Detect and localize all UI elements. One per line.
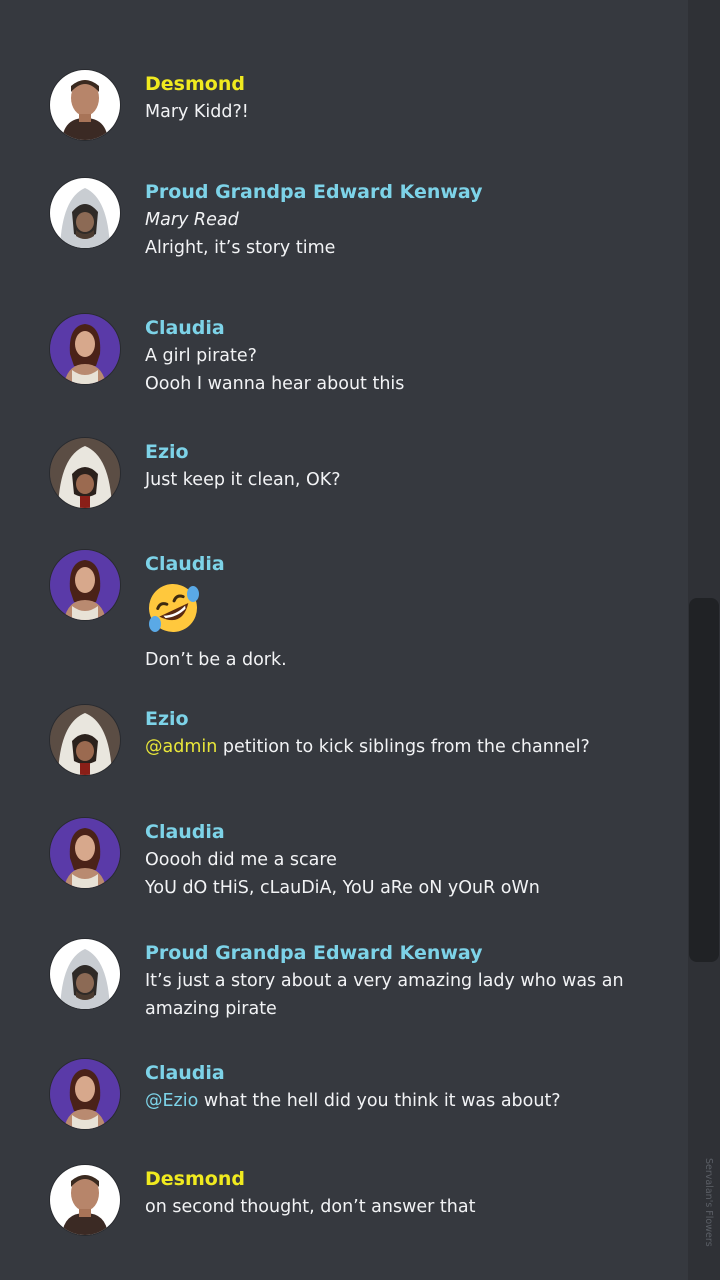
chat-message-list: Desmond Mary Kidd?! Proud Grandpa Edward… (0, 0, 688, 1280)
message-text: @admin petition to kick siblings from th… (145, 733, 668, 761)
message-author[interactable]: Claudia (145, 818, 668, 846)
message-text: @Ezio what the hell did you think it was… (145, 1087, 668, 1115)
message-author[interactable]: Claudia (145, 550, 668, 578)
message-author[interactable]: Claudia (145, 314, 668, 342)
message-text: Alright, it’s story time (145, 238, 336, 258)
avatar-ezio[interactable] (50, 438, 120, 508)
avatar-claudia[interactable] (50, 1059, 120, 1129)
message-author[interactable]: Ezio (145, 438, 668, 466)
message-author[interactable]: Ezio (145, 705, 668, 733)
user-mention[interactable]: @Ezio (145, 1091, 198, 1111)
avatar-claudia[interactable] (50, 818, 120, 888)
message-text: Just keep it clean, OK? (145, 470, 341, 490)
message-text: Ooooh did me a scare (145, 850, 337, 870)
message-text: Don’t be a dork. (145, 650, 287, 670)
message-author[interactable]: Desmond (145, 1165, 668, 1193)
user-mention[interactable]: @admin (145, 737, 217, 757)
rolling-on-floor-laughing-emoji (145, 580, 201, 636)
message-text: Mary Kidd?! (145, 102, 249, 122)
watermark-text: Servalan's Flowers (703, 1158, 714, 1247)
avatar-ezio[interactable] (50, 705, 120, 775)
avatar-edward-kenway[interactable] (50, 939, 120, 1009)
message-text: It’s just a story about a very amazing l… (145, 971, 624, 991)
message-text: A girl pirate? (145, 346, 257, 366)
scrollbar-thumb[interactable] (689, 598, 719, 962)
avatar-edward-kenway[interactable] (50, 178, 120, 248)
avatar-desmond[interactable] (50, 1165, 120, 1235)
message-text: Mary Read (145, 210, 239, 230)
avatar-claudia[interactable] (50, 314, 120, 384)
avatar-claudia[interactable] (50, 550, 120, 620)
message-text: on second thought, don’t answer that (145, 1197, 476, 1217)
message-text-rest: petition to kick siblings from the chann… (217, 737, 590, 757)
message-author[interactable]: Desmond (145, 70, 668, 98)
message-text: YoU dO tHiS, cLauDiA, YoU aRe oN yOuR oW… (145, 878, 540, 898)
message-text: amazing pirate (145, 999, 277, 1019)
message-author[interactable]: Claudia (145, 1059, 668, 1087)
message-author[interactable]: Proud Grandpa Edward Kenway (145, 178, 668, 206)
message-text-rest: what the hell did you think it was about… (198, 1091, 561, 1111)
avatar-desmond[interactable] (50, 70, 120, 140)
message-text: Oooh I wanna hear about this (145, 374, 405, 394)
message-author[interactable]: Proud Grandpa Edward Kenway (145, 939, 668, 967)
